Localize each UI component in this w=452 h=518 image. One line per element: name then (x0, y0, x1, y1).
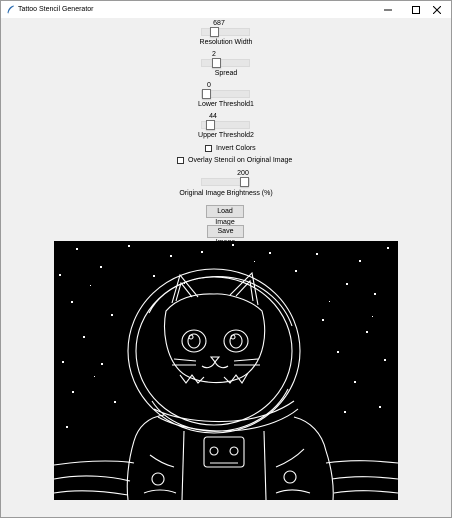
app-window: Tattoo Stencil Generator 687 Resolution … (0, 0, 452, 518)
close-icon (433, 5, 441, 14)
resolution-width-slider-thumb[interactable] (210, 27, 220, 37)
spread-control: 2 Spread (1, 51, 451, 81)
lower-threshold-slider[interactable] (201, 89, 250, 99)
invert-colors-label: Invert Colors (216, 145, 256, 152)
brightness-slider-thumb[interactable] (240, 177, 249, 187)
minimize-button[interactable] (374, 1, 402, 18)
lower-threshold-slider-thumb[interactable] (202, 89, 211, 99)
brightness-control: 200 Original Image Brightness (%) (1, 170, 451, 200)
spread-slider[interactable] (201, 58, 250, 68)
resolution-width-label: Resolution Width (199, 39, 253, 46)
upper-threshold-slider-thumb[interactable] (205, 120, 215, 130)
resolution-width-control: 687 Resolution Width (1, 20, 451, 50)
invert-colors-checkbox[interactable] (205, 145, 212, 152)
stars (59, 244, 389, 428)
astronaut-kitten-outline (54, 268, 398, 500)
maximize-icon (412, 5, 420, 14)
lower-threshold-control: 0 Lower Threshold1 (1, 82, 451, 112)
stencil-preview (54, 241, 398, 500)
load-image-button[interactable]: Load Image (206, 205, 244, 226)
stencil-image (54, 244, 398, 500)
upper-threshold-control: 44 Upper Threshold2 (1, 113, 451, 143)
spread-label: Spread (214, 70, 238, 77)
overlay-checkbox[interactable] (177, 157, 184, 164)
close-button[interactable] (423, 1, 451, 18)
spread-slider-thumb[interactable] (211, 58, 221, 68)
save-image-button[interactable]: Save Image (207, 225, 244, 246)
feather-icon (6, 5, 15, 14)
resolution-width-slider[interactable] (201, 27, 250, 37)
upper-threshold-slider[interactable] (201, 120, 250, 130)
invert-colors-checkbox-row[interactable]: Invert Colors (205, 144, 256, 153)
brightness-label: Original Image Brightness (%) (179, 190, 273, 197)
title-bar: Tattoo Stencil Generator (1, 1, 451, 18)
lower-threshold-label: Lower Threshold1 (198, 101, 254, 108)
window-title: Tattoo Stencil Generator (18, 6, 94, 13)
minimize-icon (384, 9, 392, 10)
overlay-label: Overlay Stencil on Original Image (188, 157, 293, 164)
upper-threshold-label: Upper Threshold2 (198, 132, 254, 139)
overlay-checkbox-row[interactable]: Overlay Stencil on Original Image (177, 156, 292, 165)
brightness-slider[interactable] (201, 177, 250, 187)
